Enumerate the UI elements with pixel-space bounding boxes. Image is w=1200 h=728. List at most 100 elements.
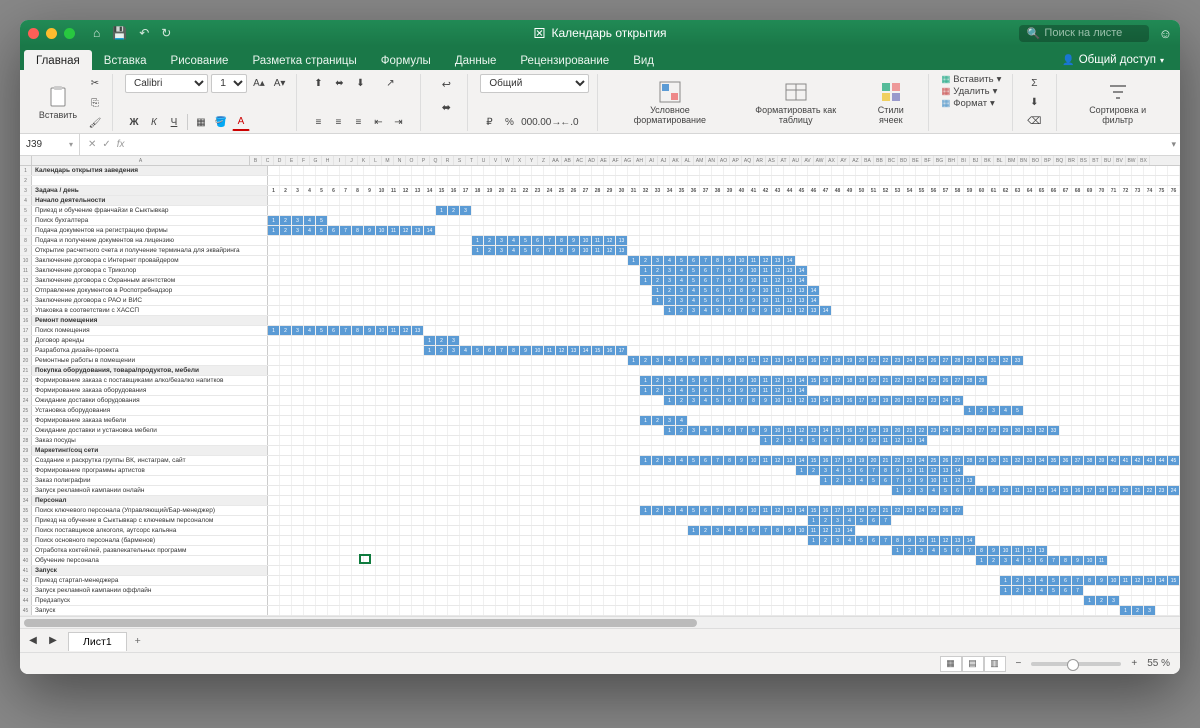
row-header[interactable]: 24 xyxy=(20,396,32,405)
underline-button[interactable]: Ч xyxy=(165,113,183,131)
task-name-cell[interactable]: Ремонтные работы в помещении xyxy=(32,356,268,365)
row-header[interactable]: 1 xyxy=(20,166,32,175)
spreadsheet-grid[interactable]: A BCDEFGHIJKLMNOPQRSTUVWXYZAAABACADAEAFA… xyxy=(20,156,1180,616)
table-row[interactable]: 41Запуск xyxy=(20,566,1180,576)
task-name-cell[interactable]: Открытие расчетного счета и получение те… xyxy=(32,246,268,255)
column-header[interactable]: AD xyxy=(586,156,598,165)
row-header[interactable]: 41 xyxy=(20,566,32,575)
task-name-cell[interactable]: Формирование заказа мебели xyxy=(32,416,268,425)
task-name-cell[interactable]: Заключение договора с РАО и ВИС xyxy=(32,296,268,305)
currency-icon[interactable]: ₽ xyxy=(480,113,498,131)
column-header[interactable]: C xyxy=(262,156,274,165)
column-header[interactable]: BX xyxy=(1138,156,1150,165)
table-row[interactable]: 26Формирование заказа мебели1234 xyxy=(20,416,1180,426)
table-row[interactable]: 35Поиск ключевого персонала (Управляющий… xyxy=(20,506,1180,516)
clear-icon[interactable]: ⌫ xyxy=(1025,112,1043,130)
task-name-cell[interactable]: Запуск рекламной кампании оффлайн xyxy=(32,586,268,595)
sort-filter-button[interactable]: Сортировка и фильтр xyxy=(1069,78,1166,128)
row-header[interactable]: 14 xyxy=(20,296,32,305)
column-header[interactable]: AX xyxy=(826,156,838,165)
column-header[interactable]: Y xyxy=(526,156,538,165)
row-header[interactable]: 17 xyxy=(20,326,32,335)
task-name-cell[interactable]: Персонал xyxy=(32,496,268,505)
font-name-select[interactable]: Calibri xyxy=(125,74,208,93)
task-name-cell[interactable]: Отправление документов в Роспотребнадзор xyxy=(32,286,268,295)
add-sheet-button[interactable]: + xyxy=(127,632,149,650)
task-name-cell[interactable]: Подача и получение документов на лицензи… xyxy=(32,236,268,245)
bold-button[interactable]: Ж xyxy=(125,113,143,131)
column-header[interactable]: BA xyxy=(862,156,874,165)
increase-font-icon[interactable]: A▴ xyxy=(250,75,268,93)
share-button[interactable]: Общий доступ ▾ xyxy=(1054,50,1172,70)
column-header[interactable]: BC xyxy=(886,156,898,165)
column-header[interactable]: AP xyxy=(730,156,742,165)
row-header[interactable]: 32 xyxy=(20,476,32,485)
table-row[interactable]: 5Приезд и обучение франчайзи в Сыктывкар… xyxy=(20,206,1180,216)
row-header[interactable]: 10 xyxy=(20,256,32,265)
table-row[interactable]: 29Маркетинг/соц сети xyxy=(20,446,1180,456)
column-header[interactable]: AQ xyxy=(742,156,754,165)
task-name-cell[interactable]: Поиск поставщиков алкоголя, аутсорс каль… xyxy=(32,526,268,535)
task-name-cell[interactable]: Упаковка в соответствии с ХАССП xyxy=(32,306,268,315)
column-header[interactable]: B xyxy=(250,156,262,165)
table-row[interactable]: 45Запуск123 xyxy=(20,606,1180,616)
row-header[interactable]: 45 xyxy=(20,606,32,615)
fill-color-button[interactable]: 🪣 xyxy=(212,113,230,131)
column-header[interactable]: T xyxy=(466,156,478,165)
column-header[interactable]: AO xyxy=(718,156,730,165)
table-row[interactable]: 1Календарь открытия заведения xyxy=(20,166,1180,176)
ribbon-tab-главная[interactable]: Главная xyxy=(24,50,92,71)
column-header[interactable]: BP xyxy=(1042,156,1054,165)
undo-icon[interactable]: ↶ xyxy=(139,26,149,40)
table-row[interactable]: 12Заключение договора с Охранным агентст… xyxy=(20,276,1180,286)
align-left-icon[interactable]: ≡ xyxy=(309,113,327,131)
column-header[interactable]: BK xyxy=(982,156,994,165)
row-header[interactable]: 20 xyxy=(20,356,32,365)
task-name-cell[interactable]: Запуск рекламной кампании онлайн xyxy=(32,486,268,495)
task-name-cell[interactable]: Запуск xyxy=(32,606,268,615)
column-header[interactable]: AK xyxy=(670,156,682,165)
row-header[interactable]: 2 xyxy=(20,176,32,185)
ribbon-tab-рецензирование[interactable]: Рецензирование xyxy=(508,50,621,71)
orientation-icon[interactable]: ↗ xyxy=(381,74,399,92)
minimize-window-button[interactable] xyxy=(46,28,57,39)
table-row[interactable]: 34Персонал xyxy=(20,496,1180,506)
column-header[interactable]: AY xyxy=(838,156,850,165)
column-header[interactable]: BF xyxy=(922,156,934,165)
align-right-icon[interactable]: ≡ xyxy=(349,113,367,131)
ribbon-tab-разметка страницы[interactable]: Разметка страницы xyxy=(240,50,368,71)
table-row[interactable]: 22Формирование заказа с поставщиками алк… xyxy=(20,376,1180,386)
column-header[interactable]: M xyxy=(382,156,394,165)
column-header[interactable]: AL xyxy=(682,156,694,165)
row-header[interactable]: 9 xyxy=(20,246,32,255)
table-row[interactable]: 33Запуск рекламной кампании онлайн123456… xyxy=(20,486,1180,496)
task-name-cell[interactable]: Поиск помещения xyxy=(32,326,268,335)
column-header[interactable]: BT xyxy=(1090,156,1102,165)
table-row[interactable]: 25Установка оборудования12345 xyxy=(20,406,1180,416)
zoom-in-button[interactable]: + xyxy=(1131,658,1137,669)
fill-icon[interactable]: ⬇ xyxy=(1025,93,1043,111)
row-header[interactable]: 21 xyxy=(20,366,32,375)
column-header[interactable]: H xyxy=(322,156,334,165)
indent-inc-icon[interactable]: ⇥ xyxy=(389,113,407,131)
column-header[interactable]: AZ xyxy=(850,156,862,165)
insert-cells-button[interactable]: ▦Вставить ▾ xyxy=(941,74,1004,85)
ribbon-tab-данные[interactable]: Данные xyxy=(443,50,509,71)
horizontal-scrollbar[interactable] xyxy=(20,616,1180,628)
column-header[interactable]: BN xyxy=(1018,156,1030,165)
row-header[interactable]: 31 xyxy=(20,466,32,475)
column-header[interactable]: R xyxy=(442,156,454,165)
delete-cells-button[interactable]: ▦Удалить ▾ xyxy=(941,86,1004,97)
table-row[interactable]: 31Формирование программы артистов1234567… xyxy=(20,466,1180,476)
task-name-cell[interactable]: Приезд на обучение в Сыктывкар с ключевы… xyxy=(32,516,268,525)
column-header[interactable]: AI xyxy=(646,156,658,165)
column-header[interactable]: D xyxy=(274,156,286,165)
page-break-view-icon[interactable]: ▥ xyxy=(984,656,1006,672)
table-row[interactable]: 17Поиск помещения12345678910111213 xyxy=(20,326,1180,336)
save-icon[interactable]: 💾 xyxy=(112,26,127,40)
task-name-cell[interactable]: Договор аренды xyxy=(32,336,268,345)
table-row[interactable]: 21Покупка оборудования, товара/продуктов… xyxy=(20,366,1180,376)
table-row[interactable]: 4Начало деятельности xyxy=(20,196,1180,206)
table-row[interactable]: 18Договор аренды123 xyxy=(20,336,1180,346)
column-header[interactable]: S xyxy=(454,156,466,165)
